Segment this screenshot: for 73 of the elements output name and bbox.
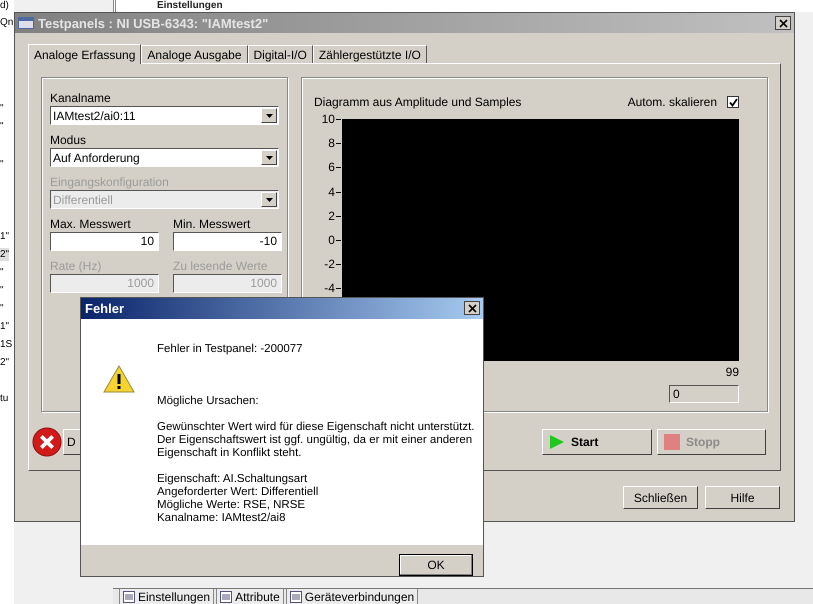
dropdown-arrow-icon: [266, 114, 272, 118]
dialog-title: Fehler: [85, 300, 126, 316]
list-item-fragment[interactable]: ": [0, 120, 4, 133]
detail-line: Mögliche Werte: RSE, NRSE: [157, 498, 306, 512]
tab[interactable]: Analoge Ausgabe: [141, 45, 248, 63]
error-message: Fehler in Testpanel: -200077: [157, 342, 304, 356]
list-item-fragment[interactable]: ": [0, 158, 4, 171]
y-axis-tick-label: -2: [324, 258, 335, 270]
warning-icon: [103, 364, 135, 393]
checkbox-label: Autom. skalieren: [628, 94, 717, 110]
y-axis-tick-label: 10: [322, 113, 335, 125]
document-icon: [290, 590, 302, 602]
list-item-fragment[interactable]: 2": [0, 356, 10, 369]
cause-description: Gewünschter Wert wird für diese Eigenschaft nicht unterstützt. Der Eigenschaftswert ist ggf. ungültig, da er mit einer anderen Eigenschaft in Konflikt steht.: [157, 420, 474, 460]
dropdown-arrow-icon: [266, 198, 272, 202]
play-icon: [549, 434, 565, 450]
header-title: Einstellungen: [157, 0, 223, 12]
bottom-tab[interactable]: Attribute: [216, 589, 284, 604]
list-item-fragment[interactable]: ": [0, 302, 4, 315]
y-axis-tick-label: 6: [328, 161, 335, 174]
dropdown-field[interactable]: Auf Anforderung: [50, 148, 279, 167]
close-icon: [468, 304, 476, 313]
y-axis-tick-label: 8: [328, 137, 335, 150]
field-label: Modus: [50, 133, 88, 148]
chart-title: Diagramm aus Amplitude und Samples: [314, 94, 522, 110]
bottom-tab[interactable]: Geräteverbindungen: [286, 589, 418, 604]
list-item-fragment[interactable]: ": [0, 266, 4, 279]
field-label: Min. Messwert: [173, 217, 252, 232]
y-axis-tick-label: 2: [328, 210, 335, 222]
autoscale-checkbox[interactable]: [727, 96, 739, 108]
list-item-fragment[interactable]: 1": [0, 230, 10, 243]
tab[interactable]: Digital-I/O: [248, 45, 313, 63]
tab[interactable]: Analoge Erfassung: [28, 44, 142, 64]
list-item-fragment[interactable]: d): [0, 0, 9, 12]
close-button[interactable]: [775, 16, 791, 30]
close-button[interactable]: [464, 301, 480, 316]
y-axis-tick-label: -4: [324, 282, 335, 294]
y-axis-tick-label: 0: [328, 234, 335, 246]
list-item-fragment[interactable]: ": [0, 102, 4, 115]
readout-field[interactable]: 0: [669, 385, 739, 403]
detail-line: Kanalname: IAMtest2/ai8: [157, 512, 286, 525]
field-label: Rate (Hz): [50, 259, 102, 274]
window-icon: [18, 17, 34, 29]
causes-heading: Mögliche Ursachen:: [157, 394, 260, 408]
list-item-fragment[interactable]: tu: [0, 392, 8, 405]
window-title: Testpanels : NI USB-6343: "IAMtest2": [38, 16, 270, 30]
dropdown-arrow-icon: [266, 156, 272, 160]
field-label: Kanalname: [50, 91, 112, 106]
detail-line: Eigenschaft: AI.Schaltungsart: [157, 472, 308, 486]
dialog-button[interactable]: Hilfe: [705, 486, 780, 509]
field-label: Eingangskonfiguration: [50, 175, 170, 190]
list-item-fragment[interactable]: ": [0, 284, 4, 297]
document-icon: [123, 590, 135, 602]
document-icon: [220, 590, 232, 602]
dropdown-field[interactable]: IAMtest2/ai0:11: [50, 106, 279, 125]
tab[interactable]: Zählergestützte I/O: [312, 45, 427, 63]
dialog-button[interactable]: Schließen: [623, 486, 698, 509]
list-item-fragment[interactable]: 1": [0, 320, 10, 333]
list-item-fragment[interactable]: 2": [0, 248, 10, 261]
stop-icon: [664, 434, 680, 450]
list-item-fragment[interactable]: 1S: [0, 338, 12, 351]
number-field[interactable]: -10: [173, 232, 282, 251]
ok-button[interactable]: OK: [399, 554, 473, 576]
x-axis-tick-label: 99: [726, 365, 739, 379]
close-icon: [778, 18, 788, 28]
start-button[interactable]: Start: [542, 429, 652, 455]
bottom-tab[interactable]: Einstellungen: [119, 589, 214, 604]
list-item-fragment[interactable]: Qn: [0, 16, 14, 29]
number-field[interactable]: 10: [50, 232, 159, 251]
field-label: Max. Messwert: [50, 217, 132, 232]
detail-line: Angeforderter Wert: Differentiell: [157, 486, 320, 499]
field-label: Zu lesende Werte: [173, 259, 268, 274]
y-axis-tick-label: 4: [328, 186, 335, 198]
